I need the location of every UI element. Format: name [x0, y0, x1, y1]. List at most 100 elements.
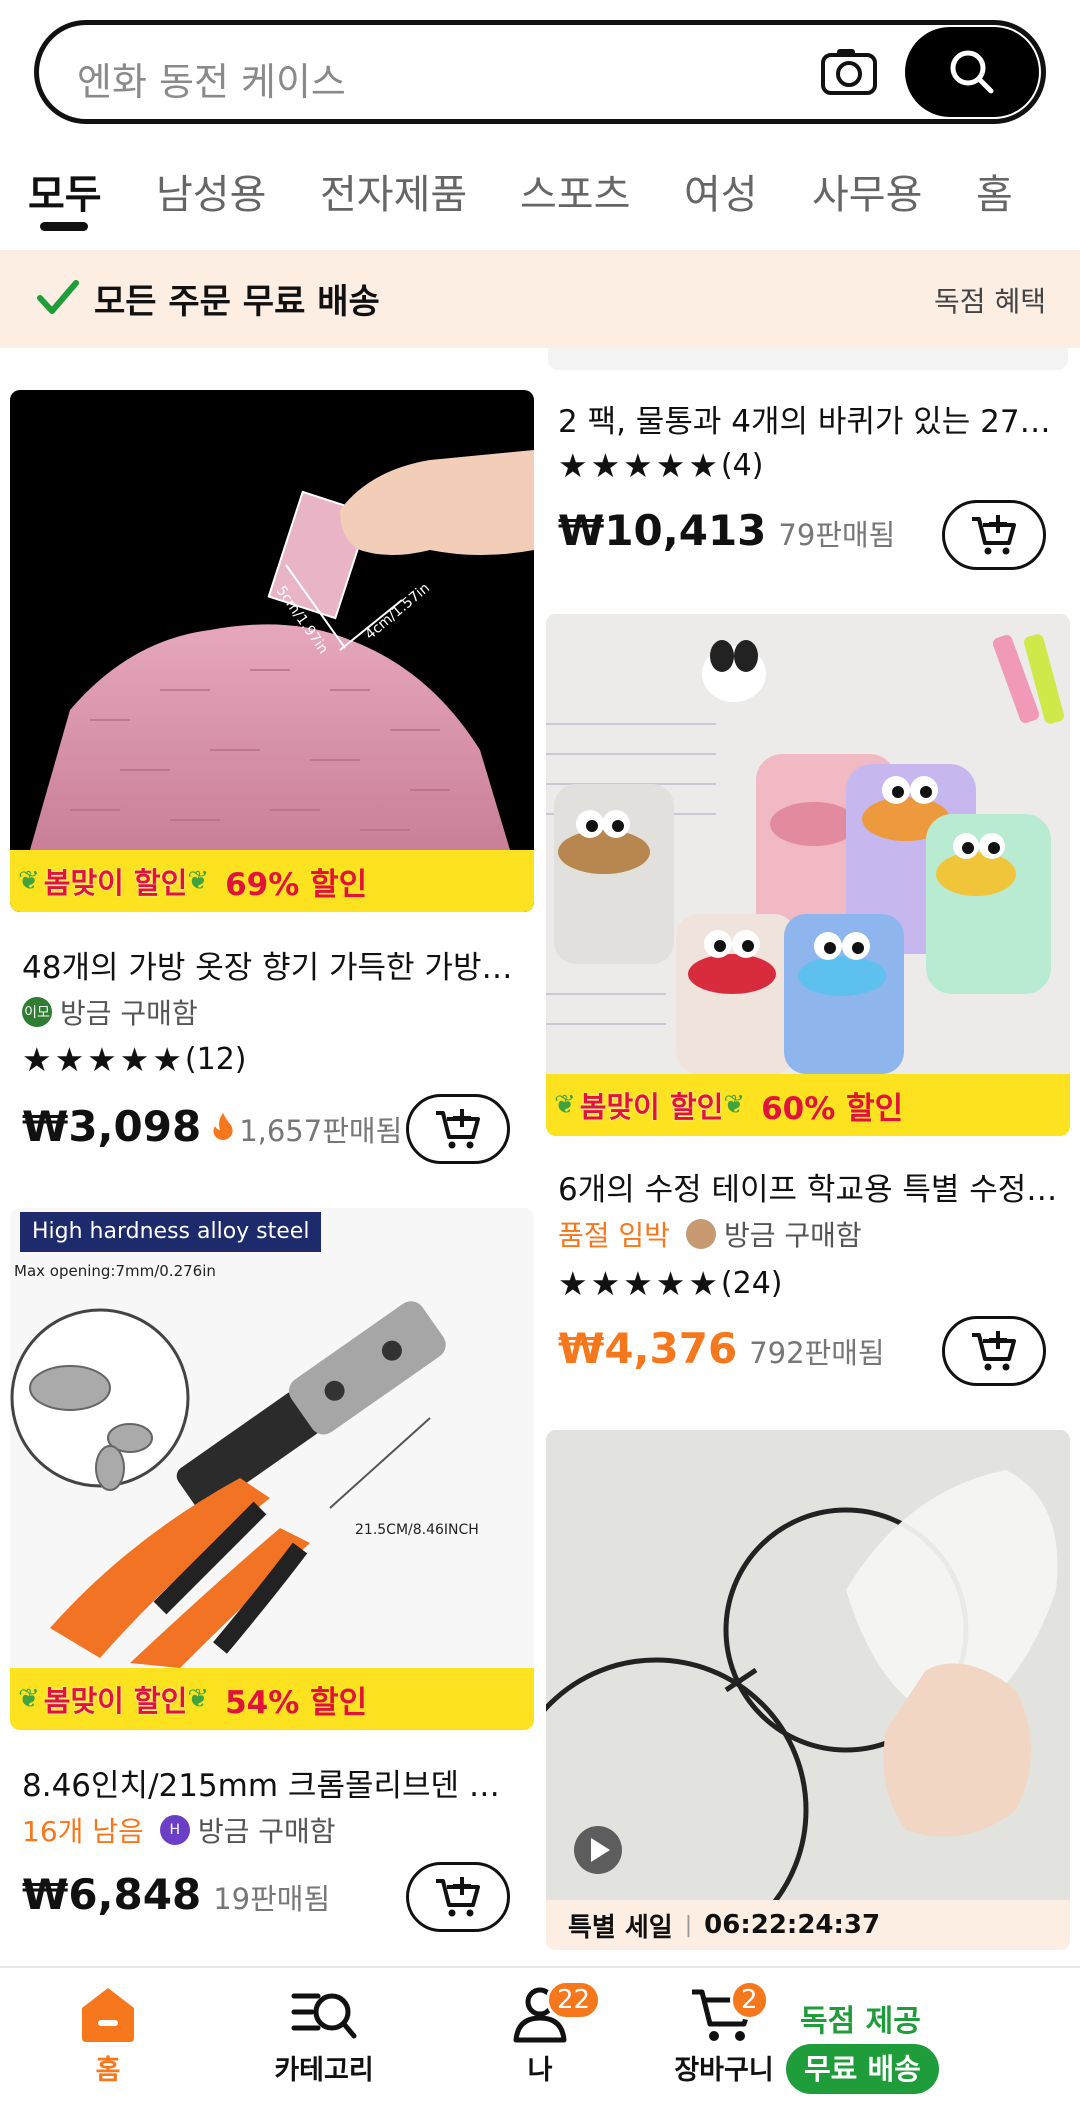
camera-icon[interactable] — [819, 47, 879, 97]
sold-label: 판매됨 — [322, 1114, 403, 1148]
add-to-cart-icon — [436, 1109, 480, 1149]
product-image-partial — [548, 348, 1068, 370]
tab-electronics[interactable]: 전자제품 — [320, 162, 467, 220]
notification-badge: 22 — [546, 1980, 602, 2020]
activity-text: 방금 구매함 — [60, 997, 198, 1030]
rating: ★★★★★ (24) — [558, 1264, 783, 1303]
exclusive-benefit-link[interactable]: 독점 혜택 — [934, 280, 1046, 320]
leaf-icon: ❦ — [723, 1090, 746, 1120]
product-image[interactable]: High hardness alloy steel Max opening:7m… — [10, 1208, 534, 1730]
category-tabs: 모두 남성용 전자제품 스포츠 여성 사무용 홈 — [0, 150, 1080, 250]
leaf-icon: ❦ — [18, 1684, 40, 1714]
tab-men[interactable]: 남성용 — [156, 162, 266, 220]
divider: | — [684, 1912, 693, 1938]
category-search-icon — [291, 1993, 357, 2039]
product-title[interactable]: 2 팩, 물통과 4개의 바퀴가 있는 27.... — [558, 396, 1058, 441]
nav-cart[interactable]: 장바구니 2 — [654, 1980, 794, 2087]
price-row: ₩4,376 792 판매됨 — [558, 1324, 885, 1373]
tab-office[interactable]: 사무용 — [812, 162, 922, 220]
nav-me[interactable]: 나 22 — [470, 1980, 610, 2087]
search-button[interactable] — [905, 27, 1039, 117]
dimension-label: 21.5CM/8.46INCH — [355, 1522, 479, 1538]
leaf-icon: ❦ — [18, 866, 40, 896]
check-icon — [37, 280, 79, 314]
product-video[interactable]: 특별 세일 | 06:22:24:37 — [546, 1430, 1070, 1950]
price: ₩6,848 — [22, 1870, 202, 1919]
product-title[interactable]: 8.46인치/215mm 크롬몰리브덴 강... — [22, 1760, 522, 1805]
nav-category[interactable]: 카테고리 — [254, 1984, 394, 2087]
sold-count: 19 — [213, 1882, 251, 1916]
activity-text: 방금 구매함 — [723, 1219, 862, 1252]
leaf-icon: ❦ — [187, 866, 210, 896]
tab-women[interactable]: 여성 — [684, 162, 758, 220]
search-bar[interactable]: 엔화 동전 케이스 — [34, 20, 1046, 124]
add-to-cart-icon — [972, 515, 1016, 555]
star-icons: ★★★★★ — [558, 446, 721, 485]
banner-text: 모든 주문 무료 배송 — [94, 282, 380, 322]
avatar: 이모 — [22, 997, 52, 1027]
sold-label: 판매됨 — [250, 1882, 331, 1916]
avatar — [685, 1219, 716, 1249]
exclusive-offer-label: 독점 제공 — [800, 2004, 921, 2039]
low-stock-label: 품절 임박 — [558, 1219, 670, 1252]
nav-home[interactable]: 홈 — [38, 1984, 178, 2087]
price: ₩3,098 — [22, 1102, 202, 1151]
size-label: 4cm/1.57in — [362, 580, 433, 643]
promo-strip: ❦ 봄맞이 할인 ❦ 69% 할인 — [10, 850, 534, 912]
recent-activity: 품절 임박 방금 구매함 — [558, 1214, 862, 1254]
star-icons: ★★★★★ — [22, 1040, 185, 1079]
leaf-icon: ❦ — [554, 1090, 576, 1120]
low-stock-label: 16개 남음 — [22, 1815, 144, 1848]
active-tab-indicator — [40, 222, 88, 231]
product-image[interactable]: 5cm/1.97in 4cm/1.57in ❦ 봄맞이 할인 ❦ 69% 할인 — [10, 390, 534, 912]
promo-tag: 봄맞이 할인 — [579, 1090, 724, 1124]
home-icon — [82, 1988, 134, 2042]
promo-tag: 봄맞이 할인 — [43, 866, 188, 900]
sold-count: 79 — [778, 518, 816, 552]
sold-count: 792 — [749, 1336, 805, 1370]
add-to-cart-button[interactable] — [406, 1094, 510, 1164]
nav-label: 장바구니 — [674, 2055, 774, 2086]
countdown-timer: 06:22:24:37 — [704, 1910, 881, 1940]
promo-strip: ❦ 봄맞이 할인 ❦ 54% 할인 — [10, 1668, 534, 1730]
activity-text: 방금 구매함 — [197, 1815, 336, 1848]
review-count: (24) — [720, 1266, 783, 1301]
recent-activity: 이모 방금 구매함 — [22, 992, 198, 1032]
product-title[interactable]: 48개의 가방 옷장 향기 가득한 가방, ... — [22, 942, 522, 987]
review-count: (12) — [184, 1042, 247, 1077]
sold-label: 판매됨 — [815, 518, 896, 552]
star-icons: ★★★★★ — [558, 1264, 721, 1303]
add-to-cart-button[interactable] — [406, 1862, 510, 1932]
promo-tag: 봄맞이 할인 — [43, 1684, 188, 1718]
nav-label: 나 — [527, 2055, 553, 2086]
add-to-cart-icon — [972, 1331, 1016, 1371]
tab-sports[interactable]: 스포츠 — [520, 162, 630, 220]
rating: ★★★★★ (12) — [22, 1040, 247, 1079]
product-image[interactable]: ❦ 봄맞이 할인 ❦ 60% 할인 — [546, 614, 1070, 1136]
bottom-navigation: 홈 카테고리 나 22 장바구니 2 독점 제공 무료 배송 — [0, 1966, 1080, 2106]
rating: ★★★★★ (4) — [558, 446, 763, 485]
cart-count-badge: 2 — [730, 1980, 769, 2020]
price-row: ₩3,098 1,657 판매됨 — [22, 1102, 402, 1151]
sale-label: 특별 세일 — [568, 1912, 673, 1943]
review-count: (4) — [720, 448, 764, 483]
free-shipping-pill: 무료 배송 — [786, 2044, 939, 2094]
flame-icon — [213, 1113, 233, 1140]
tab-home[interactable]: 홈 — [976, 162, 1013, 220]
price: ₩4,376 — [558, 1324, 738, 1373]
promo-strip: ❦ 봄맞이 할인 ❦ 60% 할인 — [546, 1074, 1070, 1136]
avatar: H — [159, 1815, 190, 1845]
free-shipping-banner[interactable]: 모든 주문 무료 배송 독점 혜택 — [0, 250, 1080, 348]
product-title[interactable]: 6개의 수정 테이프 학교용 특별 수정 ... — [558, 1164, 1058, 1209]
flash-sale-bar: 특별 세일 | 06:22:24:37 — [546, 1900, 1070, 1950]
add-to-cart-button[interactable] — [942, 1316, 1046, 1386]
price-row: ₩6,848 19 판매됨 — [22, 1870, 330, 1919]
discount-percent: 54% 할인 — [225, 1684, 368, 1721]
price: ₩10,413 — [558, 506, 767, 555]
tab-all[interactable]: 모두 — [28, 162, 102, 220]
search-icon — [950, 50, 994, 94]
search-input[interactable]: 엔화 동전 케이스 — [77, 51, 346, 106]
add-to-cart-button[interactable] — [942, 500, 1046, 570]
leaf-icon: ❦ — [187, 1684, 210, 1714]
sold-count: 1,657 — [239, 1114, 323, 1148]
